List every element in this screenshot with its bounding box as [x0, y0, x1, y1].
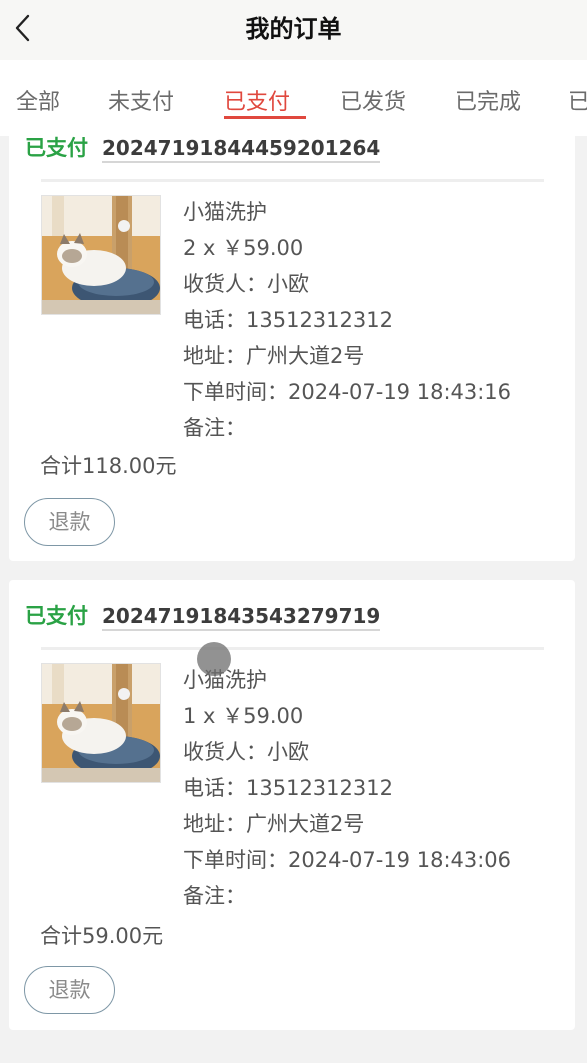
order-total: 合计118.00元	[40, 454, 177, 478]
tab-more[interactable]: 已	[568, 84, 587, 116]
tab-unpaid[interactable]: 未支付	[108, 84, 174, 116]
quantity-price: 1 x ￥59.00	[183, 704, 304, 728]
phone: 电话：13512312312	[183, 308, 393, 332]
app-header: 我的订单	[0, 0, 587, 60]
remark: 备注：	[183, 416, 246, 440]
product-image[interactable]	[41, 195, 161, 315]
order-header: 已支付 20247191843543279719	[25, 600, 381, 631]
cat-photo-icon	[42, 196, 160, 314]
phone: 电话：13512312312	[183, 776, 393, 800]
order-number: 20247191844459201264	[102, 136, 381, 163]
remark: 备注：	[183, 884, 246, 908]
address: 地址：广州大道2号	[183, 344, 365, 368]
divider	[41, 179, 544, 182]
active-tab-indicator	[224, 116, 306, 119]
cat-photo-icon	[42, 664, 160, 782]
tab-shipped[interactable]: 已发货	[340, 84, 406, 116]
divider	[41, 647, 544, 650]
order-total: 合计59.00元	[40, 924, 164, 948]
order-header: 已支付 20247191844459201264	[25, 132, 381, 163]
receiver: 收货人：小欧	[183, 272, 309, 296]
address: 地址：广州大道2号	[183, 812, 365, 836]
touch-indicator	[197, 642, 231, 676]
quantity-price: 2 x ￥59.00	[183, 236, 304, 260]
order-card: 已支付 20247191844459201264 小猫洗护 2 x ￥59.00…	[9, 110, 575, 561]
refund-button[interactable]: 退款	[24, 498, 115, 546]
tab-paid[interactable]: 已支付	[224, 84, 290, 116]
tab-completed[interactable]: 已完成	[455, 84, 521, 116]
receiver: 收货人：小欧	[183, 740, 309, 764]
order-card: 已支付 20247191843543279719 小猫洗护 1 x ￥59.00…	[9, 580, 575, 1030]
order-number: 20247191843543279719	[102, 604, 381, 631]
status-badge: 已支付	[25, 604, 88, 628]
page-title: 我的订单	[245, 15, 342, 43]
order-time: 下单时间：2024-07-19 18:43:16	[183, 380, 512, 404]
order-time: 下单时间：2024-07-19 18:43:06	[183, 848, 512, 872]
product-image[interactable]	[41, 663, 161, 783]
product-name[interactable]: 小猫洗护	[183, 662, 511, 698]
product-name[interactable]: 小猫洗护	[183, 194, 511, 230]
order-info: 小猫洗护 1 x ￥59.00 收货人：小欧 电话：13512312312 地址…	[183, 662, 511, 914]
status-badge: 已支付	[25, 136, 88, 160]
order-info: 小猫洗护 2 x ￥59.00 收货人：小欧 电话：13512312312 地址…	[183, 194, 511, 446]
order-status-tabs: 全部 未支付 已支付 已发货 已完成 已	[0, 60, 587, 136]
refund-button[interactable]: 退款	[24, 966, 115, 1014]
tab-all[interactable]: 全部	[16, 84, 60, 116]
